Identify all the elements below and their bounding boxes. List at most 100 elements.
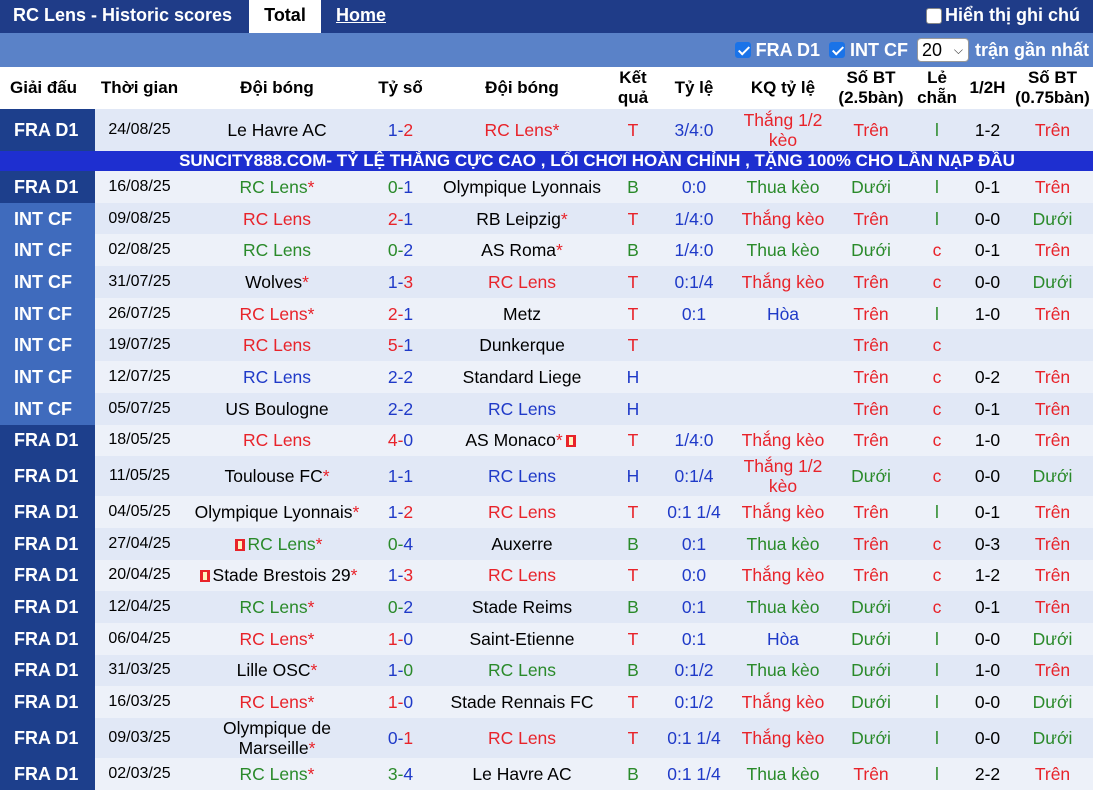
away-team-cell: AS Roma* (431, 234, 613, 267)
league-cell: FRA D1 (0, 171, 95, 203)
home-team-star: * (322, 466, 330, 487)
home-team-cell: RC Lens (184, 329, 370, 362)
table-row[interactable]: INT CF 05/07/25 US Boulogne 2-2 RC Lens H Trên… (0, 392, 1093, 425)
table-row[interactable]: FRA D1 16/08/25 RC Lens* 0-1 Olympique Lyonn… (0, 171, 1093, 203)
home-team-name: RC Lens (242, 430, 312, 451)
league-cell: INT CF (0, 361, 95, 393)
table-row[interactable]: FRA D1 31/03/25 Lille OSC* 1-0 RC Lens B 0:1/2… (0, 654, 1093, 687)
table-row[interactable]: FRA D1 11/05/25 Toulouse FC* 1-1 RC Lens H 0:1… (0, 456, 1093, 497)
score-cell: 1-1 (370, 456, 431, 497)
date-cell: 12/07/25 (95, 361, 184, 393)
score-away: 0 (403, 660, 414, 681)
table-row[interactable]: FRA D1 02/03/25 RC Lens* 3-4 Le Havre AC B 0:1… (0, 758, 1093, 790)
home-team-name: RC Lens (242, 240, 312, 261)
home-team-cell: RC Lens* (184, 622, 370, 655)
away-team-cell: RC Lens (431, 266, 613, 298)
odds-cell: 3/4:0 (653, 109, 735, 151)
away-team-cell: Auxerre (431, 527, 613, 560)
goals-075-cell: Trên (1012, 392, 1093, 425)
filter-int-cf-checkbox[interactable] (828, 42, 845, 58)
odds-cell: 0:0 (653, 171, 735, 203)
away-team-star: * (552, 120, 560, 140)
goals-075-cell: Dưới (1012, 686, 1093, 718)
table-row[interactable]: FRA D1 16/03/25 RC Lens* 1-0 Stade Rennais F… (0, 686, 1093, 718)
goals-075-cell: Dưới (1012, 202, 1093, 235)
league-cell: INT CF (0, 234, 95, 267)
score-cell: 2-2 (370, 392, 431, 425)
table-row[interactable]: FRA D1 20/04/25 Stade Brestois 29* 1-3 RC Le… (0, 559, 1093, 592)
odds-cell: 0:1 (653, 622, 735, 655)
home-team-star: * (307, 597, 315, 618)
score-cell: 2-1 (370, 202, 431, 235)
table-row[interactable]: FRA D1 18/05/25 RC Lens 4-0 AS Monaco* T 1/4:0… (0, 424, 1093, 457)
score-away: 2 (403, 398, 414, 419)
table-row[interactable]: INT CF 09/08/25 RC Lens 2-1 RB Leipzig* T 1/4:… (0, 202, 1093, 235)
goals-075-cell: Trên (1012, 297, 1093, 330)
goals-25-cell: Dưới (831, 686, 911, 718)
show-notes-label: Hiển thị ghi chú (945, 5, 1080, 25)
col-odds: Tỷ lệ (653, 67, 735, 109)
match-count-select[interactable]: 20 ⌵ (916, 38, 969, 62)
goals-25-cell: Dưới (831, 456, 911, 497)
date-cell: 09/03/25 (95, 718, 184, 758)
filter-fra-d1-checkbox[interactable] (734, 42, 751, 58)
score-away: 1 (403, 176, 414, 197)
col-league: Giải đấu (0, 67, 95, 109)
ad-cell[interactable]: SUNCITY888.COM- TỶ LỆ THẮNG CỰC CAO , LỐ… (0, 151, 1093, 171)
half-time-cell: 0-1 (963, 234, 1012, 267)
filter-int-cf[interactable]: INT CF (828, 40, 908, 61)
score-away: 2 (403, 597, 414, 618)
ad-row[interactable]: SUNCITY888.COM- TỶ LỆ THẮNG CỰC CAO , LỐ… (0, 151, 1093, 171)
home-team-cell: Stade Brestois 29* (184, 559, 370, 592)
table-row[interactable]: INT CF 19/07/25 RC Lens 5-1 Dunkerque T Trên c (0, 329, 1093, 362)
date-cell: 02/03/25 (95, 758, 184, 790)
col-half-time: 1/2H (963, 67, 1012, 109)
col-goals-25: Số BT (2.5bàn) (831, 67, 911, 109)
odds-result-cell: Thua kèo (735, 758, 831, 790)
goals-25-cell: Dưới (831, 591, 911, 623)
tab-home[interactable]: Home (321, 0, 386, 33)
table-row[interactable]: FRA D1 04/05/25 Olympique Lyonnais* 1-2 RC L… (0, 496, 1093, 528)
goals-075-cell: Dưới (1012, 718, 1093, 758)
table-row[interactable]: FRA D1 09/03/25 Olympique de Marseille* 0-1… (0, 718, 1093, 758)
score-cell: 1-0 (370, 686, 431, 718)
odd-even-cell: l (911, 202, 963, 235)
half-time-cell: 1-2 (963, 559, 1012, 592)
table-row[interactable]: INT CF 26/07/25 RC Lens* 2-1 Metz T 0:1 Hòa Trên… (0, 297, 1093, 330)
odds-result-cell: Thắng kèo (735, 266, 831, 298)
table-row[interactable]: FRA D1 12/04/25 RC Lens* 0-2 Stade Reims B 0:1… (0, 591, 1093, 623)
odds-cell: 0:1/2 (653, 654, 735, 687)
away-team-cell: Saint-Etienne (431, 622, 613, 655)
table-row[interactable]: FRA D1 27/04/25 RC Lens* 0-4 Auxerre B 0:1 Thua… (0, 527, 1093, 560)
league-cell: INT CF (0, 392, 95, 425)
score-home: 0 (387, 597, 398, 618)
table-row[interactable]: INT CF 31/07/25 Wolves* 1-3 RC Lens T 0:1/4 Thắ… (0, 266, 1093, 298)
home-team-star: * (310, 660, 318, 681)
score-cell: 0-1 (370, 718, 431, 758)
score-home: 0 (387, 176, 398, 197)
show-notes-checkbox[interactable] (926, 7, 942, 24)
odds-cell: 0:1 (653, 297, 735, 330)
home-team-cell: Lille OSC* (184, 654, 370, 687)
col-date: Thời gian (95, 67, 184, 109)
home-team-cell: RC Lens* (184, 591, 370, 623)
ad-banner[interactable]: SUNCITY888.COM- TỶ LỆ THẮNG CỰC CAO , LỐ… (0, 151, 1093, 171)
score-home: 0 (387, 240, 398, 261)
result-cell: T (613, 424, 653, 457)
goals-25-cell: Dưới (831, 654, 911, 687)
table-row[interactable]: FRA D1 24/08/25 Le Havre AC 1-2 RC Lens* T 3/4… (0, 109, 1093, 151)
tab-total[interactable]: Total (249, 0, 321, 33)
score-away: 2 (403, 120, 414, 140)
half-time-cell: 0-2 (963, 361, 1012, 393)
result-cell: H (613, 361, 653, 393)
away-team-cell: RC Lens (431, 456, 613, 497)
odd-even-cell: c (911, 329, 963, 362)
table-row[interactable]: INT CF 12/07/25 RC Lens 2-2 Standard Liege H T… (0, 361, 1093, 393)
table-row[interactable]: FRA D1 06/04/25 RC Lens* 1-0 Saint-Etienne T 0… (0, 622, 1093, 655)
odds-result-cell: Thua kèo (735, 234, 831, 267)
show-notes-toggle[interactable]: Hiển thị ghi chú (926, 5, 1080, 26)
goals-075-cell: Trên (1012, 758, 1093, 790)
filter-fra-d1[interactable]: FRA D1 (734, 40, 820, 61)
table-row[interactable]: INT CF 02/08/25 RC Lens 0-2 AS Roma* B 1/4:0 Th… (0, 234, 1093, 267)
home-team-star: * (315, 533, 323, 554)
